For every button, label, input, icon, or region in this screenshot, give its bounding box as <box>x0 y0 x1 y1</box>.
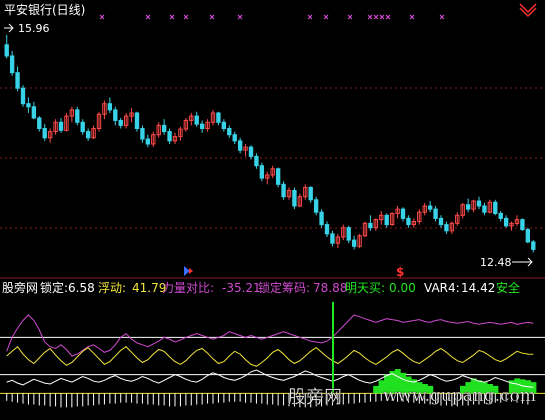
candle-down <box>384 214 389 226</box>
candle-down <box>406 217 411 226</box>
candle-down <box>254 155 259 167</box>
candle-down <box>427 205 433 210</box>
candle-down <box>58 121 64 131</box>
candle-down <box>80 121 85 133</box>
indicator-name: 股旁网 <box>2 280 38 295</box>
candle-down <box>31 106 37 119</box>
chart-title: 平安银行(日线) <box>4 2 85 17</box>
candle-down <box>292 190 297 207</box>
candle-down <box>199 123 205 130</box>
candle-down <box>26 103 31 108</box>
var4-value: 14.42 <box>461 281 495 295</box>
buy-label: 明天买: <box>345 281 385 295</box>
chart-canvas: 平安银行(日线) 15.96 12.48 $ 股旁网 锁定: 6.58 浮动: … <box>0 0 545 420</box>
safe-label: 安全 <box>496 280 520 295</box>
candle-down <box>275 168 281 185</box>
candle-down <box>313 199 319 213</box>
candle-down <box>216 112 221 123</box>
candle-down <box>520 219 525 231</box>
candle-down <box>140 128 145 140</box>
candle-down <box>438 217 444 226</box>
candle-down <box>113 109 118 121</box>
candle-down <box>9 55 15 74</box>
candle-down <box>232 134 237 142</box>
candle-down <box>134 112 140 129</box>
candle-down <box>281 183 286 198</box>
candle-down <box>145 138 151 145</box>
candle-down <box>444 224 449 232</box>
candle-down <box>20 87 26 105</box>
chip-bar <box>373 385 379 394</box>
candle-down <box>15 72 20 89</box>
dollar-signal-icon: $ <box>396 265 404 279</box>
candle-down <box>525 229 531 243</box>
candle-down <box>319 211 324 226</box>
candle-down <box>221 121 227 130</box>
candle-down <box>107 103 113 111</box>
candle-down <box>167 131 172 142</box>
watermark: 股旁网 www.gupang.com <box>288 386 536 408</box>
candle-down <box>75 109 80 123</box>
candle-down <box>465 204 471 210</box>
chart-background <box>0 0 545 420</box>
candle-down <box>237 140 243 151</box>
candle-down <box>346 227 351 241</box>
buy-value: 0.00 <box>389 281 416 295</box>
candle-down <box>4 44 9 57</box>
watermark-cn: 股旁网 <box>288 387 342 408</box>
low-price-label: 12.48 <box>480 256 512 269</box>
var4-label: VAR4: <box>424 281 460 295</box>
candle-down <box>194 115 199 125</box>
candle-down <box>503 217 509 227</box>
chip-label: 锁定筹码: <box>258 280 310 295</box>
candle-down <box>498 212 503 219</box>
candle-down <box>227 128 232 136</box>
candle-down <box>161 124 167 133</box>
candle-down <box>85 131 91 139</box>
watermark-en: www.gupang.com <box>383 386 536 406</box>
candle-down <box>351 239 357 247</box>
candle-down <box>259 165 265 179</box>
candle-down <box>330 233 335 244</box>
lock-label: 锁定: <box>40 280 68 295</box>
float-label: 浮动: <box>98 281 126 295</box>
candle-down <box>324 224 330 235</box>
candle-down <box>433 208 438 219</box>
candle-down <box>308 186 313 201</box>
candle-down <box>37 117 42 129</box>
candle-down <box>476 200 482 207</box>
chip-value: 78.88 <box>313 281 347 295</box>
high-price-label: 15.96 <box>18 22 50 35</box>
candle-down <box>400 208 406 219</box>
lock-value: 6.58 <box>68 281 95 295</box>
power-label: 力量对比: <box>162 281 214 295</box>
candle-down <box>248 146 254 157</box>
indicator-header: 股旁网 锁定: 6.58 浮动: 41.79 力量对比: -35.21 锁定筹码… <box>2 280 520 295</box>
candle-down <box>118 119 123 126</box>
candle-down <box>531 241 536 250</box>
candle-down <box>368 222 373 229</box>
candle-down <box>42 128 47 139</box>
candle-down <box>493 201 498 214</box>
power-value: -35.21 <box>222 281 261 295</box>
candle-down <box>482 205 487 213</box>
